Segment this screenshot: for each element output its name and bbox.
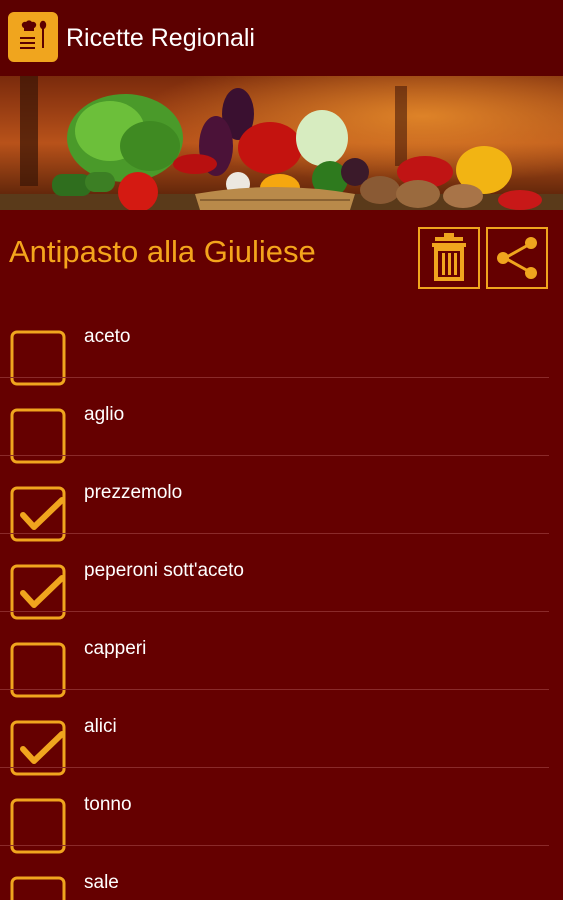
ingredient-label: alici [84,716,117,737]
ingredient-label: peperoni sott'aceto [84,560,244,581]
ingredient-row[interactable]: prezzemolo [0,456,549,542]
ingredient-label: aceto [84,326,131,347]
ingredient-label: prezzemolo [84,482,183,503]
ingredient-label: aglio [84,404,125,425]
recipe-title: Antipasto alla Giuliese [9,234,316,269]
trash-icon [432,233,466,281]
app-bar: Ricette Regionali [0,0,563,76]
ingredient-row[interactable]: alici [0,690,549,776]
delete-button[interactable] [418,227,480,289]
recipe-header: Antipasto alla Giuliese [0,210,563,300]
ingredient-row[interactable]: sale [0,846,549,900]
ingredient-label: sale [84,872,119,893]
ingredient-label: capperi [84,638,147,659]
share-button[interactable] [486,227,548,289]
ingredient-row[interactable]: capperi [0,612,549,698]
ingredient-list[interactable]: aceto aglio prezzemolo peperoni sott'aceto c… [0,300,563,900]
vegetables-banner [0,76,563,210]
ingredient-label: tonno [84,794,132,815]
ingredient-row[interactable]: tonno [0,768,549,854]
ingredient-row[interactable]: aglio [0,378,549,464]
checkbox-unchecked[interactable] [10,876,66,900]
recipe-book-icon[interactable] [8,12,58,62]
share-icon [497,237,537,279]
ingredient-row[interactable]: aceto [0,300,549,386]
ingredient-row[interactable]: peperoni sott'aceto [0,534,549,620]
app-title: Ricette Regionali [66,24,255,52]
